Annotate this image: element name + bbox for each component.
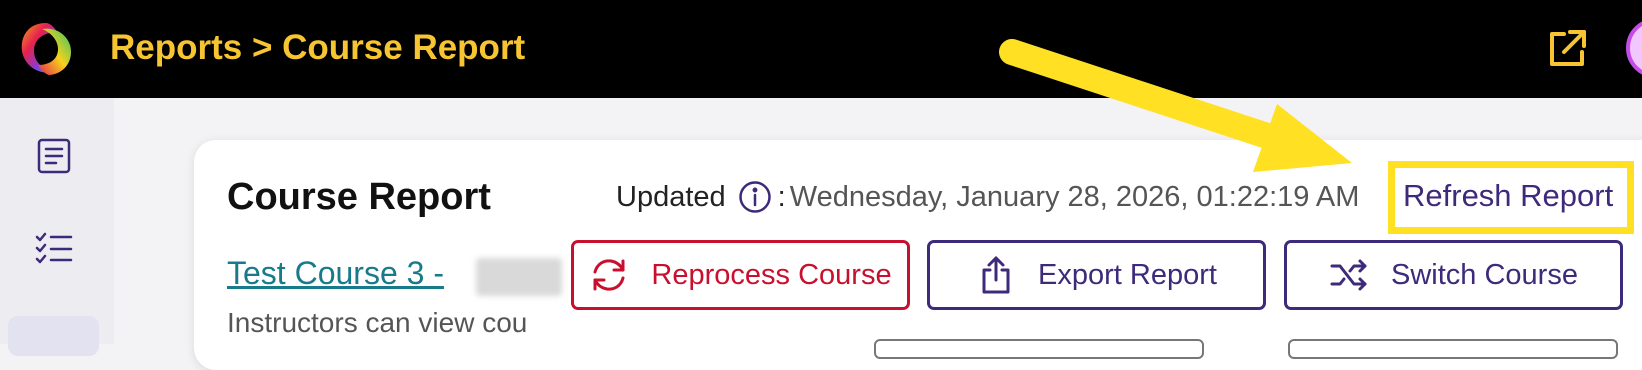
secondary-control[interactable] <box>1288 339 1618 359</box>
course-description: Instructors can view cou <box>227 307 528 338</box>
refresh-report-link[interactable]: Refresh Report <box>1403 178 1613 214</box>
sidebar <box>0 98 114 344</box>
redacted-text <box>476 258 562 296</box>
app-logo-icon[interactable] <box>14 17 78 81</box>
reprocess-course-button[interactable]: Reprocess Course <box>571 240 910 310</box>
course-title-link[interactable]: Test Course 3 - <box>227 255 444 292</box>
page-title: Course Report <box>227 176 491 218</box>
avatar[interactable] <box>1626 18 1642 78</box>
switch-course-label: Switch Course <box>1391 258 1578 291</box>
shuffle-icon <box>1330 259 1367 291</box>
reprocess-course-label: Reprocess Course <box>651 258 892 291</box>
updated-label: Updated <box>616 180 726 213</box>
breadcrumb: Reports > Course Report <box>110 28 526 67</box>
checklist-icon[interactable] <box>34 228 74 268</box>
updated-colon: : <box>777 180 786 213</box>
secondary-control[interactable] <box>874 339 1204 359</box>
refresh-icon <box>593 259 625 291</box>
share-upload-icon <box>982 256 1010 294</box>
info-icon[interactable] <box>738 180 772 214</box>
updated-timestamp: Wednesday, January 28, 2026, 01:22:19 AM <box>789 180 1360 213</box>
switch-course-button[interactable]: Switch Course <box>1284 240 1623 310</box>
last-updated: Updated : Wednesday, January 28, 2026, 0… <box>616 178 1359 216</box>
open-external-icon[interactable] <box>1544 26 1590 72</box>
sidebar-item-active[interactable] <box>8 316 99 356</box>
export-report-label: Export Report <box>1038 258 1217 291</box>
export-report-button[interactable]: Export Report <box>927 240 1266 310</box>
top-bar: Reports > Course Report <box>0 0 1642 98</box>
document-icon[interactable] <box>34 136 74 176</box>
